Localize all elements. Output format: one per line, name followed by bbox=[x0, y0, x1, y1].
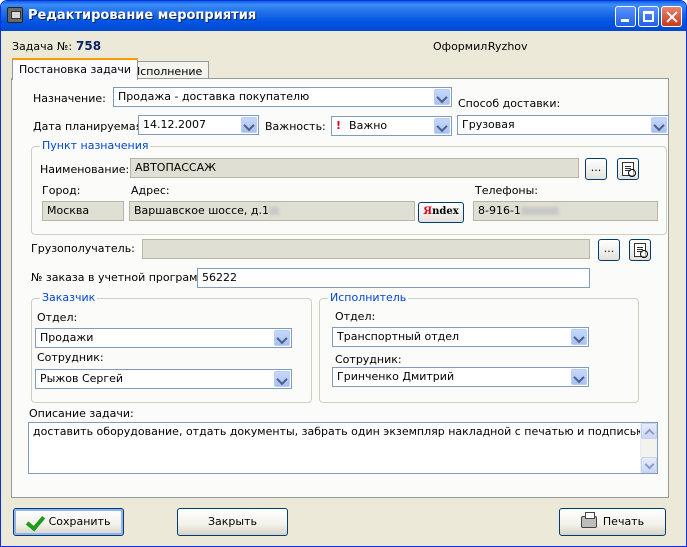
document-view-icon bbox=[622, 162, 636, 177]
order-number-value: 56222 bbox=[202, 271, 237, 284]
browse-label: ... bbox=[603, 242, 615, 255]
destination-name-value: АВТОПАССАЖ bbox=[135, 161, 216, 174]
importance-label: Важность: bbox=[265, 120, 326, 133]
chevron-down-icon[interactable] bbox=[274, 371, 290, 387]
form-layer: Назначение: Продажа - доставка покупател… bbox=[1, 1, 686, 546]
executor-employee-label: Сотрудник: bbox=[335, 353, 402, 366]
consignee-view-button[interactable] bbox=[629, 239, 651, 261]
city-field[interactable]: Москва bbox=[42, 201, 124, 221]
chevron-down-icon[interactable] bbox=[434, 118, 450, 134]
date-picker[interactable]: 14.12.2007 bbox=[138, 115, 259, 135]
delivery-label: Способ доставки: bbox=[458, 97, 561, 110]
date-label: Дата планируемая: bbox=[33, 120, 146, 133]
scroll-up-icon[interactable] bbox=[641, 423, 657, 439]
purpose-label: Назначение: bbox=[33, 92, 106, 105]
save-label: Сохранить bbox=[48, 515, 111, 528]
address-label: Адрес: bbox=[131, 184, 170, 197]
destination-name-field[interactable]: АВТОПАССАЖ bbox=[130, 158, 579, 178]
print-label: Печать bbox=[602, 515, 645, 528]
address-field[interactable]: Варшавское шоссе, д.1 bbox=[129, 201, 415, 221]
city-value: Москва bbox=[47, 204, 90, 217]
destination-view-button[interactable] bbox=[617, 158, 639, 180]
chevron-down-icon[interactable] bbox=[274, 330, 290, 346]
date-value: 14.12.2007 bbox=[143, 118, 206, 131]
delivery-select[interactable]: Грузовая bbox=[457, 115, 669, 135]
importance-icon: ! bbox=[336, 119, 342, 132]
order-number-input[interactable]: 56222 bbox=[197, 268, 590, 288]
print-button[interactable]: Печать bbox=[559, 508, 666, 536]
purpose-select[interactable]: Продажа - доставка покупателю bbox=[113, 87, 452, 107]
purpose-value: Продажа - доставка покупателю bbox=[118, 90, 310, 103]
customer-employee-label: Сотрудник: bbox=[37, 351, 104, 364]
consignee-browse-button[interactable]: ... bbox=[598, 239, 620, 261]
customer-employee-select[interactable]: Рыжов Сергей bbox=[35, 369, 292, 389]
importance-value: Важно bbox=[349, 119, 388, 132]
destination-group-title: Пункт назначения bbox=[40, 139, 151, 152]
executor-dept-label: Отдел: bbox=[335, 310, 376, 323]
destination-browse-button[interactable]: ... bbox=[585, 158, 607, 180]
chevron-down-icon[interactable] bbox=[241, 117, 257, 133]
browse-label: ... bbox=[590, 161, 602, 174]
close-button[interactable]: Закрыть bbox=[177, 508, 288, 536]
scroll-down-icon[interactable] bbox=[641, 457, 657, 473]
yandex-map-button[interactable]: Яndex bbox=[418, 202, 464, 223]
phones-label: Телефоны: bbox=[475, 184, 539, 197]
executor-group-title: Исполнитель bbox=[328, 291, 409, 304]
delivery-value: Грузовая bbox=[462, 118, 515, 131]
executor-dept-value: Транспортный отдел bbox=[337, 330, 460, 343]
executor-employee-value: Гринченко Дмитрий bbox=[337, 370, 455, 383]
checkmark-icon bbox=[27, 516, 43, 528]
customer-group-title: Заказчик bbox=[40, 291, 98, 304]
chevron-down-icon[interactable] bbox=[571, 369, 587, 385]
customer-employee-value: Рыжов Сергей bbox=[40, 372, 124, 385]
close-label: Закрыть bbox=[208, 515, 257, 528]
window: Редактирование мероприятия Задача №: 758… bbox=[0, 0, 687, 547]
chevron-down-icon[interactable] bbox=[571, 329, 587, 345]
destination-name-label: Наименование: bbox=[40, 163, 130, 176]
yandex-logo-rest: ndex bbox=[432, 206, 459, 217]
phones-field[interactable]: 8-916-1 bbox=[473, 201, 658, 221]
customer-dept-label: Отдел: bbox=[37, 311, 78, 324]
chevron-down-icon[interactable] bbox=[434, 89, 450, 105]
save-button[interactable]: Сохранить bbox=[13, 508, 124, 536]
executor-dept-select[interactable]: Транспортный отдел bbox=[332, 327, 589, 347]
description-scrollbar[interactable] bbox=[640, 423, 657, 473]
city-label: Город: bbox=[42, 184, 81, 197]
redacted bbox=[269, 207, 279, 215]
printer-icon bbox=[580, 512, 597, 528]
address-value: Варшавское шоссе, д.1 bbox=[134, 204, 269, 217]
consignee-field[interactable] bbox=[142, 239, 590, 259]
document-view-icon bbox=[634, 243, 648, 258]
description-value: доставить оборудование, отдать документы… bbox=[33, 425, 646, 438]
importance-select[interactable]: ! Важно bbox=[331, 116, 452, 136]
executor-employee-select[interactable]: Гринченко Дмитрий bbox=[332, 367, 589, 387]
redacted bbox=[520, 207, 559, 215]
consignee-label: Грузополучатель: bbox=[31, 242, 135, 255]
order-label: № заказа в учетной программе: bbox=[31, 271, 217, 284]
yandex-logo-y: Я bbox=[423, 206, 433, 217]
customer-dept-value: Продажи bbox=[40, 331, 94, 344]
customer-dept-select[interactable]: Продажи bbox=[35, 328, 292, 348]
description-textarea[interactable]: доставить оборудование, отдать документы… bbox=[28, 422, 658, 474]
chevron-down-icon[interactable] bbox=[651, 117, 667, 133]
phones-value: 8-916-1 bbox=[478, 204, 521, 217]
description-label: Описание задачи: bbox=[29, 407, 134, 420]
